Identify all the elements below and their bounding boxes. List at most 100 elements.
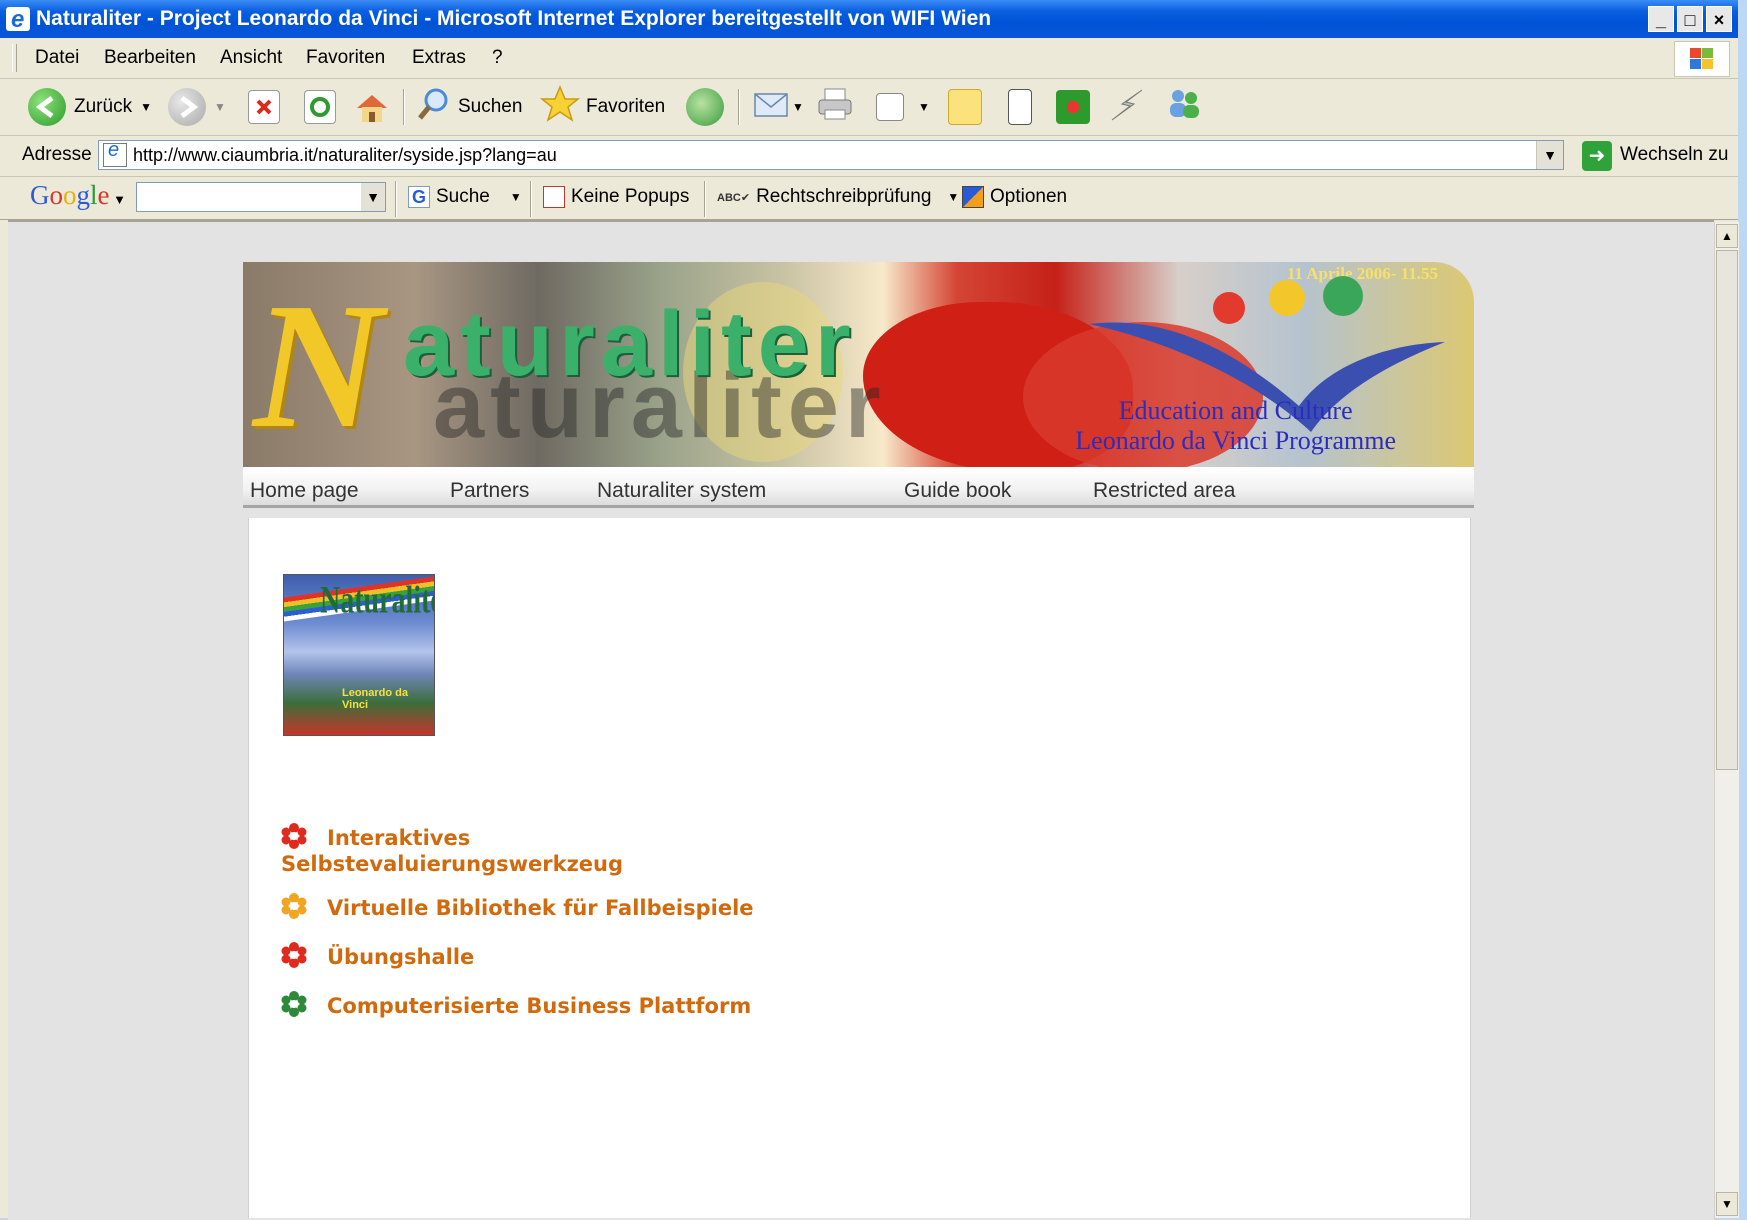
back-button[interactable]: Zurück ▼	[28, 87, 152, 127]
notes-button[interactable]	[948, 87, 982, 127]
toolbar-separator	[395, 181, 397, 217]
logo-image-subtitle: Leonardo da Vinci	[342, 687, 409, 711]
link-practice-hall[interactable]: Übungshalle	[281, 942, 475, 971]
search-button[interactable]: Suchen	[416, 87, 522, 127]
mail-dropdown-icon[interactable]: ▼	[792, 100, 804, 114]
toolbar-separator	[530, 181, 532, 217]
link-virtual-library[interactable]: Virtuelle Bibliothek für Fallbeispiele	[281, 893, 754, 922]
menu-help[interactable]: ?	[492, 47, 503, 69]
spellcheck-button[interactable]: ABC✔ Rechtschreibprüfung ▼	[717, 186, 959, 208]
flower-bullet-icon	[281, 823, 307, 849]
main-content: Naturaliter Leonardo da Vinci Interaktiv…	[248, 518, 1471, 1218]
logo-image-title: Naturaliter	[320, 579, 434, 623]
naturaliter-logo-image[interactable]: Naturaliter Leonardo da Vinci	[283, 574, 435, 736]
edit-button[interactable]: ▼	[876, 87, 930, 127]
menu-ansicht[interactable]: Ansicht	[220, 47, 282, 69]
close-button[interactable]: ×	[1706, 6, 1732, 32]
forward-dropdown-icon[interactable]: ▼	[214, 100, 226, 114]
maximize-button[interactable]: □	[1677, 6, 1703, 32]
address-input[interactable]: http://www.ciaumbria.it/naturaliter/sysi…	[98, 139, 1564, 170]
google-search-menu-icon[interactable]: ▼	[510, 190, 522, 204]
google-g-icon: G	[408, 186, 430, 208]
favorites-label: Favoriten	[586, 96, 666, 117]
address-bar: Adresse http://www.ciaumbria.it/naturali…	[0, 136, 1738, 177]
link-self-evaluation-line1: Interaktives	[327, 826, 471, 850]
nav-guide-book[interactable]: Guide book	[904, 479, 1011, 503]
nav-restricted-area[interactable]: Restricted area	[1093, 479, 1235, 503]
link-self-evaluation-line2: Selbstevaluierungswerkzeug	[281, 852, 624, 876]
popup-blocker-icon	[543, 186, 565, 208]
banner-green-dot	[1323, 276, 1363, 316]
forward-button[interactable]: ▼	[168, 87, 226, 127]
nav-home[interactable]: Home page	[250, 479, 359, 503]
menu-bar: Datei Bearbeiten Ansicht Favoriten Extra…	[0, 38, 1738, 79]
messenger-button[interactable]	[1008, 87, 1032, 127]
browser-window: Naturaliter - Project Leonardo da Vinci …	[0, 0, 1739, 1220]
nav-naturaliter-system[interactable]: Naturaliter system	[597, 479, 766, 503]
menu-extras[interactable]: Extras	[412, 47, 466, 69]
scroll-thumb[interactable]	[1716, 250, 1738, 770]
program-text: Education and Culture Leonardo da Vinci …	[1075, 396, 1396, 456]
home-button[interactable]	[354, 87, 387, 127]
window-title: Naturaliter - Project Leonardo da Vinci …	[36, 7, 992, 30]
menu-datei[interactable]: Datei	[35, 47, 79, 69]
google-toolbar: Google ▼ ▼ G Suche ▼ Keine Popups ABC✔ R…	[0, 177, 1738, 220]
popup-blocker-label: Keine Popups	[571, 186, 690, 207]
favorites-button[interactable]: Favoriten	[539, 85, 666, 129]
windows-flag-icon	[1690, 48, 1714, 70]
refresh-icon	[304, 90, 336, 124]
toolbar-grip[interactable]	[12, 44, 17, 72]
history-button[interactable]	[686, 87, 724, 127]
go-button[interactable]: Wechseln zu	[1620, 144, 1728, 166]
program-line-1: Education and Culture	[1118, 396, 1353, 425]
options-button[interactable]: Optionen	[962, 186, 1067, 208]
spellcheck-icon: ABC✔	[717, 191, 751, 204]
address-dropdown-icon[interactable]: ▼	[1536, 141, 1563, 169]
popup-blocker-button[interactable]: Keine Popups	[543, 186, 689, 208]
printer-icon	[816, 86, 856, 128]
history-icon	[686, 88, 724, 126]
refresh-button[interactable]	[304, 87, 336, 127]
go-arrow-icon[interactable]: ➜	[1582, 141, 1612, 171]
people-button[interactable]	[1164, 87, 1204, 127]
banner-date: 11 Aprile 2006- 11.55	[1286, 264, 1438, 283]
banner-logo-word: aturaliter	[403, 293, 857, 395]
link-practice-hall-label: Übungshalle	[327, 945, 475, 969]
minimize-button[interactable]: _	[1648, 6, 1674, 32]
link-self-evaluation[interactable]: Interaktives Selbstevaluierungswerkzeug	[281, 823, 624, 876]
address-url[interactable]: http://www.ciaumbria.it/naturaliter/sysi…	[133, 145, 557, 166]
google-search-label: Suche	[436, 186, 490, 207]
mail-icon	[752, 86, 792, 128]
scroll-up-icon[interactable]: ▲	[1716, 224, 1738, 248]
flower-bullet-icon	[281, 991, 307, 1017]
link-business-platform[interactable]: Computerisierte Business Plattform	[281, 991, 751, 1020]
menu-bearbeiten[interactable]: Bearbeiten	[104, 47, 196, 69]
vertical-scrollbar[interactable]: ▲ ▼	[1714, 222, 1739, 1218]
options-icon	[962, 186, 984, 208]
spellcheck-dropdown-icon[interactable]: ▼	[947, 190, 959, 204]
scroll-down-icon[interactable]: ▼	[1716, 1192, 1738, 1216]
program-line-2: Leonardo da Vinci Programme	[1075, 426, 1396, 455]
standard-toolbar: Zurück ▼ ▼ Suchen Favoriten ▼ ▼	[0, 79, 1738, 136]
toolbar-separator	[403, 89, 405, 125]
google-search-button[interactable]: G Suche ▼	[408, 186, 522, 208]
stop-icon	[248, 90, 280, 124]
edit-dropdown-icon[interactable]: ▼	[918, 100, 930, 114]
google-search-input[interactable]: ▼	[136, 182, 386, 212]
icq-button[interactable]	[1056, 87, 1090, 127]
windows-logo	[1674, 41, 1730, 77]
nav-partners[interactable]: Partners	[450, 479, 529, 503]
note-icon	[948, 89, 982, 125]
link-virtual-library-label: Virtuelle Bibliothek für Fallbeispiele	[327, 896, 754, 920]
menu-favoriten[interactable]: Favoriten	[306, 47, 385, 69]
star-icon	[539, 85, 581, 129]
back-dropdown-icon[interactable]: ▼	[140, 100, 152, 114]
site-banner: aturaliter N aturaliter 11 Aprile 2006- …	[243, 262, 1474, 467]
winamp-button[interactable]	[1108, 87, 1146, 127]
print-button[interactable]	[816, 87, 856, 127]
google-logo[interactable]: Google ▼	[30, 180, 126, 211]
google-search-dropdown-icon[interactable]: ▼	[361, 183, 385, 211]
back-arrow-icon	[28, 88, 66, 126]
mail-button[interactable]: ▼	[752, 87, 804, 127]
stop-button[interactable]	[248, 87, 280, 127]
